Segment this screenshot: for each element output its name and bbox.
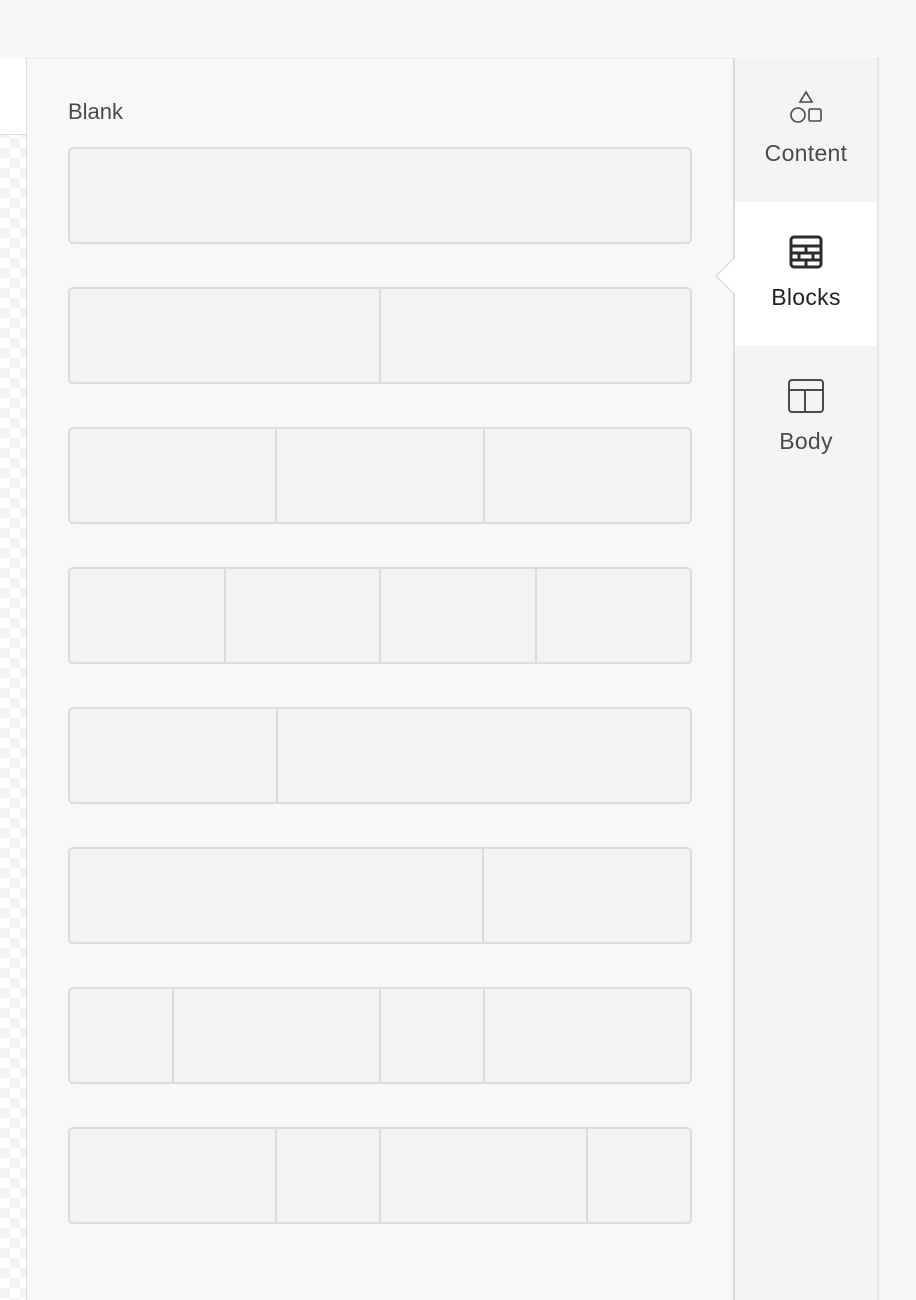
layout-column xyxy=(70,289,381,382)
layout-column xyxy=(588,1129,690,1222)
layout-column xyxy=(70,149,690,242)
layout-column xyxy=(485,989,690,1082)
layout-column xyxy=(174,989,381,1082)
layout-column xyxy=(537,569,691,662)
layout-1-2-block[interactable] xyxy=(68,707,692,804)
shapes-icon xyxy=(786,88,826,128)
layout-2-1-2-1-block[interactable] xyxy=(68,1127,692,1224)
layout-3-col-block[interactable] xyxy=(68,427,692,524)
layout-1-col-block[interactable] xyxy=(68,147,692,244)
layout-column xyxy=(70,709,278,802)
layout-column xyxy=(70,989,175,1082)
layout-icon xyxy=(787,376,825,416)
tab-label: Body xyxy=(779,428,833,454)
layout-column xyxy=(70,569,226,662)
tab-body[interactable]: Body xyxy=(735,346,877,490)
tab-label: Blocks xyxy=(771,284,841,310)
blocks-icon xyxy=(788,232,824,272)
tab-blocks[interactable]: Blocks xyxy=(715,202,877,346)
layout-column xyxy=(381,989,486,1082)
layout-column xyxy=(70,1129,277,1222)
layout-column xyxy=(70,429,278,522)
layout-2-1-block[interactable] xyxy=(68,847,692,944)
layout-column xyxy=(484,849,690,942)
tab-rail: Content Blocks Body xyxy=(715,58,879,1300)
editor-canvas[interactable] xyxy=(0,58,27,1300)
layout-column xyxy=(226,569,381,662)
blocks-panel: Blank xyxy=(27,59,733,1300)
layout-column xyxy=(277,1129,381,1222)
tab-content[interactable]: Content xyxy=(735,58,877,202)
layout-column xyxy=(381,1129,588,1222)
layout-column xyxy=(485,429,690,522)
layout-column xyxy=(278,709,690,802)
active-pointer xyxy=(717,258,735,294)
editor-canvas-header xyxy=(0,58,27,135)
tab-label: Content xyxy=(764,140,848,166)
panel-label: Blank xyxy=(68,99,124,124)
layout-column xyxy=(70,849,484,942)
layout-column xyxy=(277,429,485,522)
layout-2-col-block[interactable] xyxy=(68,287,692,384)
layout-column xyxy=(381,289,690,382)
layout-1-2-1-2-block[interactable] xyxy=(68,987,692,1084)
layout-column xyxy=(381,569,537,662)
layout-4-col-block[interactable] xyxy=(68,567,692,664)
